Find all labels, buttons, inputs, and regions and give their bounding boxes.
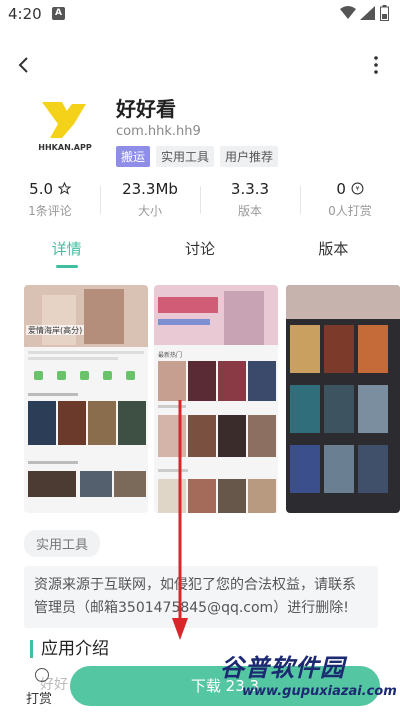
tag-user-recommended[interactable]: 用户推荐 xyxy=(220,146,279,167)
app-logo-text: HHKAN.APP xyxy=(38,143,92,152)
stats-row: 5.0 1条评论 23.3Mb 大小 3.3.3 版本 0 ¥ 0人打赏 xyxy=(0,180,400,224)
tips-label: 0人打赏 xyxy=(328,204,372,218)
screenshot-3[interactable] xyxy=(286,285,400,513)
size-label: 大小 xyxy=(137,204,162,218)
size-value: 23.3Mb xyxy=(122,180,178,198)
category-chip[interactable]: 实用工具 xyxy=(24,530,101,557)
back-button[interactable] xyxy=(12,52,38,78)
rating-label: 1条评论 xyxy=(28,204,72,218)
tab-versions[interactable]: 版本 xyxy=(267,234,400,274)
wifi-icon xyxy=(340,6,356,19)
screenshot-1[interactable]: 爱情海岸(高分) xyxy=(24,285,148,513)
signal-icon xyxy=(360,6,375,20)
tips-value: 0 xyxy=(336,180,346,198)
screenshot-carousel[interactable]: 爱情海岸(高分) 最新热门 xyxy=(24,285,400,513)
status-bar: 4:20 A xyxy=(0,0,400,28)
annotation-arrow xyxy=(172,400,188,640)
app-tags: 搬运 实用工具 用户推荐 xyxy=(116,146,279,167)
top-bar xyxy=(0,50,400,80)
notification-app-icon: A xyxy=(52,7,65,20)
screenshot-1-title: 爱情海岸(高分) xyxy=(28,325,82,335)
rating-value: 5.0 xyxy=(29,180,54,198)
status-time: 4:20 xyxy=(8,5,42,23)
tip-label: 打赏 xyxy=(26,692,53,707)
tab-discussion[interactable]: 讨论 xyxy=(133,234,266,274)
tab-details[interactable]: 详情 xyxy=(0,234,133,274)
watermark-url: www.gupuxiazai.com xyxy=(242,684,397,699)
section-title-app-intro: 应用介绍 xyxy=(30,640,109,658)
tip-button[interactable]: 打赏 xyxy=(24,664,58,708)
more-vertical-icon xyxy=(374,56,378,74)
svg-text:¥: ¥ xyxy=(355,186,359,193)
app-package-name: com.hhk.hh9 xyxy=(116,124,201,139)
chevron-left-icon xyxy=(18,57,28,73)
battery-icon xyxy=(380,5,389,21)
app-logo: HHKAN.APP xyxy=(28,98,102,154)
site-watermark: 谷普软件园 www.gupuxiazai.com xyxy=(220,648,398,708)
stat-rating[interactable]: 5.0 1条评论 xyxy=(0,180,100,224)
detail-tabs: 详情 讨论 版本 xyxy=(0,234,400,274)
stat-version: 3.3.3 版本 xyxy=(200,180,300,224)
screenshot-2-title: 最新热门 xyxy=(158,351,182,359)
version-label: 版本 xyxy=(237,204,262,218)
coin-icon xyxy=(35,668,49,682)
more-options-button[interactable] xyxy=(364,52,388,78)
app-name: 好好看 xyxy=(116,97,176,121)
version-value: 3.3.3 xyxy=(230,180,270,198)
tag-repost[interactable]: 搬运 xyxy=(116,146,151,167)
coin-icon: ¥ xyxy=(351,182,364,195)
stat-tips[interactable]: 0 ¥ 0人打赏 xyxy=(300,180,400,224)
copyright-notice: 资源来源于互联网，如侵犯了您的合法权益，请联系管理员（邮箱3501475845@… xyxy=(24,566,378,628)
tag-utility[interactable]: 实用工具 xyxy=(156,146,215,167)
stat-size: 23.3Mb 大小 xyxy=(100,180,200,224)
watermark-title: 谷普软件园 xyxy=(220,654,345,682)
star-icon xyxy=(57,181,72,195)
